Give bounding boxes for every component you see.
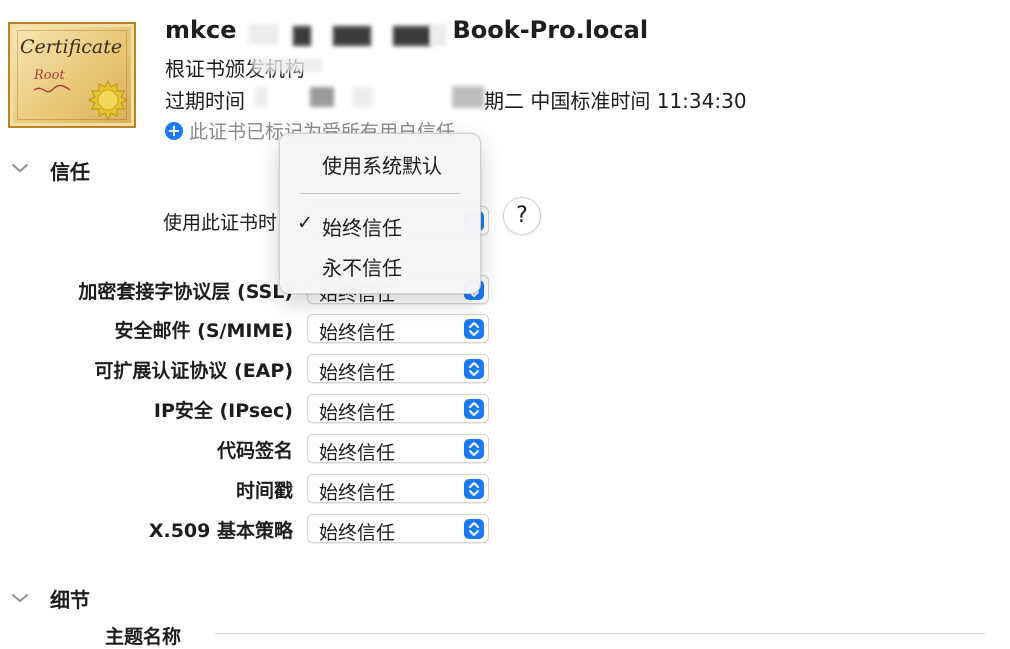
certificate-swash-icon <box>33 84 71 93</box>
plus-circle-icon: + <box>165 121 183 140</box>
menu-item-label: 始终信任 <box>322 216 402 240</box>
up-down-arrows-icon <box>464 319 484 339</box>
certificate-name-prefix: mkce <box>165 16 237 44</box>
x509-select-value: 始终信任 <box>319 522 396 544</box>
up-down-arrows-icon <box>464 479 484 499</box>
redaction-blur <box>293 26 311 46</box>
subject-name-heading: 主题名称 <box>105 626 182 648</box>
eap-select[interactable]: 始终信任 <box>307 354 489 384</box>
chevron-down-icon-glyph <box>12 594 28 603</box>
smime-select[interactable]: 始终信任 <box>307 314 489 344</box>
ssl-label: 加密套接字协议层 (SSL) <box>78 281 293 303</box>
redaction-blur <box>310 87 334 107</box>
code-signing-label: 代码签名 <box>216 440 293 462</box>
certificate-icon-subtitle: Root <box>34 68 65 83</box>
redaction-blur <box>352 87 372 107</box>
menu-item-label: 使用系统默认 <box>322 154 442 178</box>
eap-select-value: 始终信任 <box>319 362 396 384</box>
trust-popup-menu: 使用系统默认 ✓ 始终信任 永不信任 <box>279 133 481 294</box>
code-signing-select[interactable]: 始终信任 <box>307 434 489 464</box>
x509-label: X.509 基本策略 <box>148 520 293 542</box>
timestamp-select[interactable]: 始终信任 <box>307 474 489 504</box>
ipsec-select-value: 始终信任 <box>319 402 396 424</box>
redaction-blur <box>252 58 322 72</box>
smime-select-value: 始终信任 <box>319 322 396 344</box>
up-down-arrows-icon <box>464 399 484 419</box>
details-section-title: 细节 <box>50 588 90 612</box>
timestamp-select-value: 始终信任 <box>319 482 396 504</box>
menu-item-never-trust[interactable]: 永不信任 <box>280 248 480 282</box>
certificate-icon-title: Certificate <box>20 36 123 58</box>
redaction-blur <box>333 26 371 46</box>
smime-label: 安全邮件 (S/MIME) <box>114 320 293 342</box>
redaction-blur <box>255 87 267 107</box>
up-down-arrows-icon <box>464 439 484 459</box>
checkmark-icon: ✓ <box>297 212 313 234</box>
x509-select[interactable]: 始终信任 <box>307 514 489 544</box>
up-down-arrows-icon <box>464 519 484 539</box>
expiry-label: 过期时间 <box>165 89 245 113</box>
menu-separator <box>300 193 460 194</box>
ipsec-select[interactable]: 始终信任 <box>307 394 489 424</box>
redaction-blur <box>430 24 446 46</box>
eap-label: 可扩展认证协议 (EAP) <box>94 360 293 382</box>
expiry-value: 期二 中国标准时间 11:34:30 <box>484 89 747 113</box>
trust-section-title: 信任 <box>50 160 90 184</box>
chevron-down-icon[interactable] <box>11 590 29 608</box>
redaction-blur <box>452 86 484 108</box>
menu-item-system-default[interactable]: 使用系统默认 <box>280 146 480 180</box>
certificate-icon: Certificate Root <box>8 22 136 128</box>
redaction-blur <box>248 24 278 44</box>
help-button[interactable]: ? <box>503 197 541 235</box>
menu-item-label: 永不信任 <box>322 256 402 280</box>
gold-seal-icon <box>88 80 128 120</box>
chevron-down-icon-glyph <box>12 164 28 173</box>
ipsec-label: IP安全 (IPsec) <box>153 400 293 422</box>
redaction-blur <box>393 26 431 46</box>
subject-divider <box>215 633 985 634</box>
timestamp-label: 时间戳 <box>235 480 293 502</box>
chevron-down-icon[interactable] <box>11 160 29 178</box>
up-down-arrows-icon <box>464 359 484 379</box>
certificate-name-suffix: Book-Pro.local <box>452 16 649 44</box>
menu-item-always-trust[interactable]: ✓ 始终信任 <box>280 208 480 242</box>
use-certificate-label: 使用此证书时 <box>162 212 277 234</box>
code-signing-select-value: 始终信任 <box>319 442 396 464</box>
